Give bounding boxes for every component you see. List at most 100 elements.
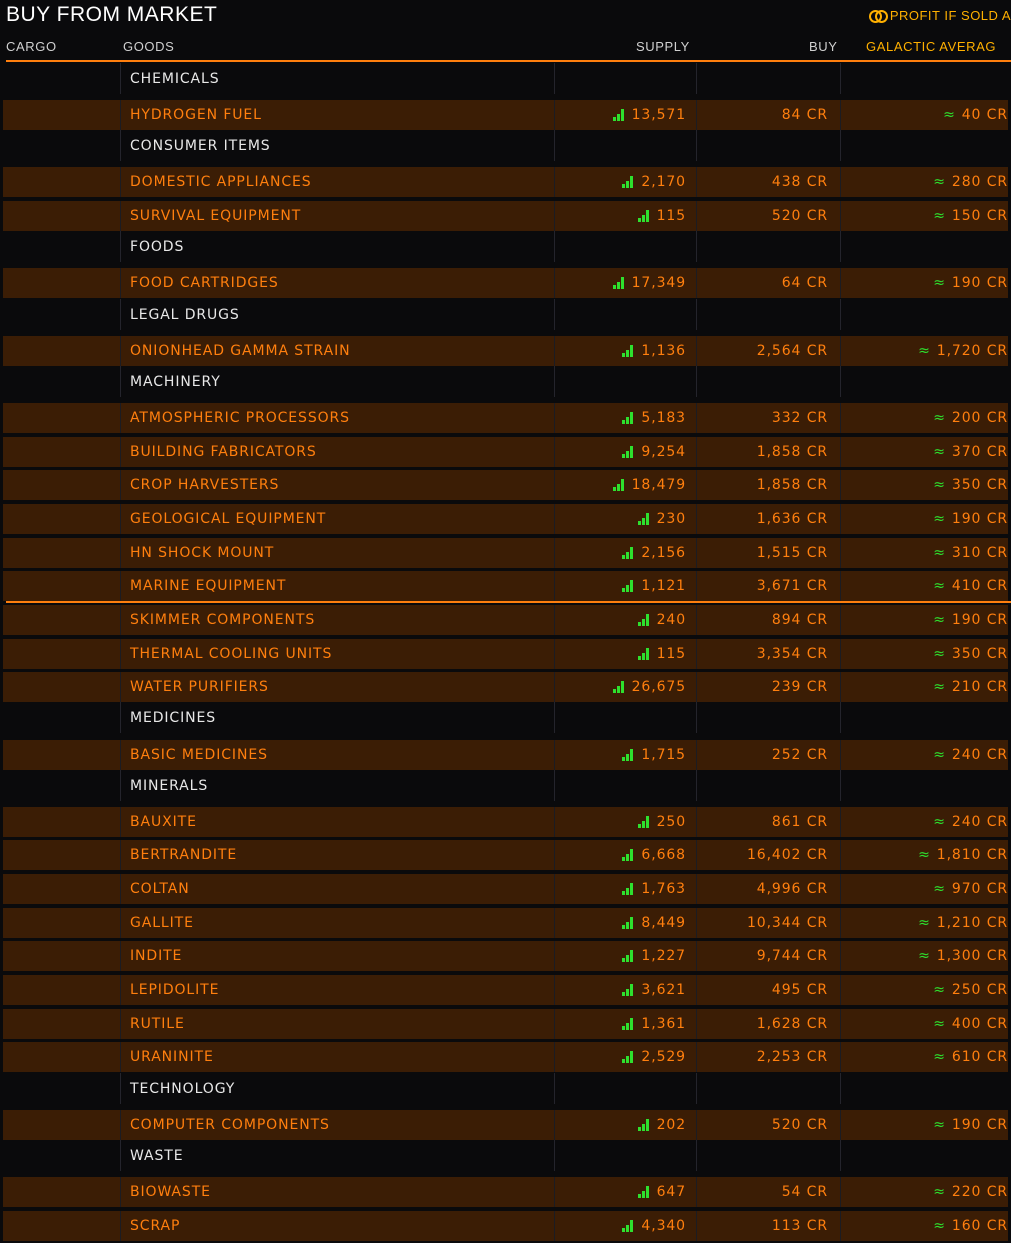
buy-price: 16,402 CR bbox=[746, 847, 828, 863]
market-row[interactable]: BAUXITE 250 861 CR ≈240 CR bbox=[3, 807, 1008, 837]
column-separator bbox=[120, 167, 121, 197]
market-row[interactable]: COMPUTER COMPONENTS 202 520 CR ≈190 CR bbox=[3, 1110, 1008, 1140]
column-separator bbox=[840, 504, 841, 534]
market-row[interactable]: GALLITE 8,449 10,344 CR ≈1,210 CR bbox=[3, 908, 1008, 938]
category-label: MINERALS bbox=[130, 777, 209, 794]
commodity-name: CROP HARVESTERS bbox=[130, 477, 280, 493]
supply-value: 202 bbox=[656, 1117, 686, 1133]
market-row[interactable]: MARINE EQUIPMENT 1,121 3,671 CR ≈410 CR bbox=[3, 571, 1008, 601]
supply-value: 2,156 bbox=[641, 545, 686, 561]
approx-icon: ≈ bbox=[933, 208, 946, 224]
column-separator bbox=[840, 201, 841, 231]
supply-cell: 2,529 bbox=[558, 1042, 686, 1072]
column-separator bbox=[554, 130, 555, 161]
supply-value: 250 bbox=[656, 814, 686, 830]
approx-icon: ≈ bbox=[933, 1016, 946, 1032]
supply-level-icon bbox=[622, 849, 634, 861]
column-separator bbox=[696, 538, 697, 568]
buy-price: 3,354 CR bbox=[756, 646, 828, 662]
approx-icon: ≈ bbox=[933, 1049, 946, 1065]
galactic-average: ≈350 CR bbox=[844, 470, 1008, 500]
market-row[interactable]: SCRAP 4,340 113 CR ≈160 CR bbox=[3, 1211, 1008, 1241]
category-label: LEGAL DRUGS bbox=[130, 306, 240, 323]
approx-icon: ≈ bbox=[933, 275, 946, 291]
supply-cell: 647 bbox=[558, 1177, 686, 1207]
approx-icon: ≈ bbox=[943, 107, 956, 123]
market-row[interactable]: BIOWASTE 647 54 CR ≈220 CR bbox=[3, 1177, 1008, 1207]
supply-cell: 3,621 bbox=[558, 975, 686, 1005]
market-row[interactable]: COLTAN 1,763 4,996 CR ≈970 CR bbox=[3, 874, 1008, 904]
category-row: MEDICINES bbox=[3, 702, 1008, 733]
supply-cell: 9,254 bbox=[558, 437, 686, 467]
supply-value: 115 bbox=[656, 208, 686, 224]
supply-value: 18,479 bbox=[631, 477, 686, 493]
buy-price: 332 CR bbox=[771, 410, 828, 426]
column-separator bbox=[554, 1211, 555, 1241]
approx-icon: ≈ bbox=[933, 646, 946, 662]
buy-price: 520 CR bbox=[771, 208, 828, 224]
market-row[interactable]: HN SHOCK MOUNT 2,156 1,515 CR ≈310 CR bbox=[3, 538, 1008, 568]
supply-cell: 13,571 bbox=[558, 100, 686, 130]
column-separator bbox=[554, 1042, 555, 1072]
market-row[interactable]: ATMOSPHERIC PROCESSORS 5,183 332 CR ≈200 CR bbox=[3, 403, 1008, 433]
column-separator bbox=[120, 231, 121, 262]
galactic-average-value: 40 CR bbox=[961, 107, 1008, 123]
market-row[interactable]: BASIC MEDICINES 1,715 252 CR ≈240 CR bbox=[3, 740, 1008, 770]
approx-icon: ≈ bbox=[933, 174, 946, 190]
market-row[interactable]: URANINITE 2,529 2,253 CR ≈610 CR bbox=[3, 1042, 1008, 1072]
galactic-average: ≈190 CR bbox=[844, 605, 1008, 635]
column-separator bbox=[120, 1110, 121, 1140]
column-separator bbox=[840, 1009, 841, 1039]
column-separator bbox=[840, 470, 841, 500]
market-row[interactable]: GEOLOGICAL EQUIPMENT 230 1,636 CR ≈190 CR bbox=[3, 504, 1008, 534]
approx-icon: ≈ bbox=[933, 814, 946, 830]
supply-cell: 115 bbox=[558, 201, 686, 231]
approx-icon: ≈ bbox=[933, 410, 946, 426]
supply-level-icon bbox=[637, 1119, 649, 1131]
column-separator bbox=[554, 299, 555, 330]
commodity-name: SKIMMER COMPONENTS bbox=[130, 612, 316, 628]
market-row[interactable]: SKIMMER COMPONENTS 240 894 CR ≈190 CR bbox=[3, 605, 1008, 635]
column-separator bbox=[554, 605, 555, 635]
market-row[interactable]: INDITE 1,227 9,744 CR ≈1,300 CR bbox=[3, 941, 1008, 971]
supply-level-icon bbox=[622, 580, 634, 592]
column-separator bbox=[120, 470, 121, 500]
market-row[interactable]: LEPIDOLITE 3,621 495 CR ≈250 CR bbox=[3, 975, 1008, 1005]
supply-cell: 18,479 bbox=[558, 470, 686, 500]
market-row[interactable]: DOMESTIC APPLIANCES 2,170 438 CR ≈280 CR bbox=[3, 167, 1008, 197]
column-separator bbox=[840, 100, 841, 130]
column-separator bbox=[554, 1073, 555, 1104]
supply-cell: 250 bbox=[558, 807, 686, 837]
column-separator bbox=[120, 299, 121, 330]
market-row[interactable]: BUILDING FABRICATORS 9,254 1,858 CR ≈370 CR bbox=[3, 437, 1008, 467]
market-row[interactable]: SURVIVAL EQUIPMENT 115 520 CR ≈150 CR bbox=[3, 201, 1008, 231]
column-separator bbox=[696, 437, 697, 467]
column-separator bbox=[840, 231, 841, 262]
market-row[interactable]: BERTRANDITE 6,668 16,402 CR ≈1,810 CR bbox=[3, 840, 1008, 870]
market-row[interactable]: RUTILE 1,361 1,628 CR ≈400 CR bbox=[3, 1009, 1008, 1039]
galactic-average-value: 190 CR bbox=[951, 511, 1008, 527]
supply-value: 9,254 bbox=[641, 444, 686, 460]
market-row[interactable]: ONIONHEAD GAMMA STRAIN 1,136 2,564 CR ≈1,72… bbox=[3, 336, 1008, 366]
supply-value: 230 bbox=[656, 511, 686, 527]
column-separator bbox=[554, 470, 555, 500]
market-row[interactable]: WATER PURIFIERS 26,675 239 CR ≈210 CR bbox=[3, 672, 1008, 702]
column-separator bbox=[696, 770, 697, 801]
commodity-name: BUILDING FABRICATORS bbox=[130, 444, 317, 460]
category-row: TECHNOLOGY bbox=[3, 1073, 1008, 1104]
commodity-name: URANINITE bbox=[130, 1049, 214, 1065]
approx-icon: ≈ bbox=[933, 747, 946, 763]
market-row[interactable]: HYDROGEN FUEL 13,571 84 CR ≈40 CR bbox=[3, 100, 1008, 130]
column-separator bbox=[696, 639, 697, 669]
supply-cell: 115 bbox=[558, 639, 686, 669]
market-row[interactable]: CROP HARVESTERS 18,479 1,858 CR ≈350 CR bbox=[3, 470, 1008, 500]
supply-level-icon bbox=[622, 1220, 634, 1232]
column-separator bbox=[840, 941, 841, 971]
column-separator bbox=[554, 807, 555, 837]
commodity-name: BERTRANDITE bbox=[130, 847, 238, 863]
buy-price: 1,628 CR bbox=[756, 1016, 828, 1032]
galactic-average-value: 350 CR bbox=[951, 477, 1008, 493]
market-row[interactable]: THERMAL COOLING UNITS 115 3,354 CR ≈350 CR bbox=[3, 639, 1008, 669]
market-row[interactable]: FOOD CARTRIDGES 17,349 64 CR ≈190 CR bbox=[3, 268, 1008, 298]
supply-value: 1,121 bbox=[641, 578, 686, 594]
